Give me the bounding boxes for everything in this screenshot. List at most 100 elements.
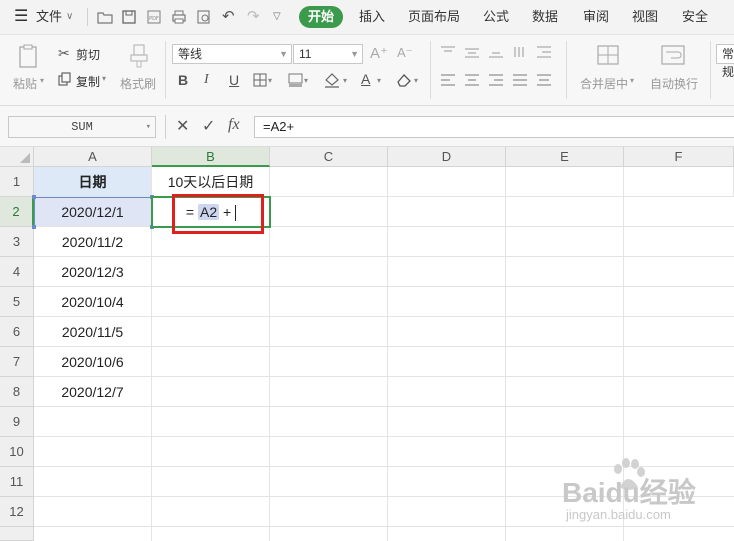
cut-button[interactable]: 剪切 (76, 46, 100, 63)
merge-center-button[interactable]: 合并居中 (580, 75, 628, 92)
tab-home[interactable]: 开始 (299, 6, 344, 28)
align-bottom-icon[interactable] (488, 45, 504, 59)
column-header-a[interactable]: A (34, 147, 152, 167)
align-middle-icon[interactable] (464, 45, 480, 59)
paste-icon[interactable] (16, 43, 42, 69)
print-icon[interactable] (171, 9, 187, 25)
fill-color-dropdown-icon[interactable]: ▾ (304, 76, 308, 85)
tab-page-layout[interactable]: 页面布局 (408, 0, 460, 34)
copy-dropdown-icon[interactable]: ▾ (102, 74, 106, 83)
cell-c1[interactable] (270, 167, 388, 197)
paste-dropdown-icon[interactable]: ▾ (40, 76, 44, 85)
column-header-b[interactable]: B (152, 147, 270, 167)
quick-access-more-icon[interactable]: ▽ (273, 0, 281, 34)
borders-dropdown-icon[interactable]: ▾ (268, 76, 272, 85)
cell-a7[interactable]: 2020/10/6 (34, 347, 152, 377)
tab-data[interactable]: 数据 (532, 0, 558, 34)
font-color-dropdown-icon[interactable]: ▾ (377, 76, 381, 85)
eraser-icon[interactable] (396, 73, 412, 87)
paint-bucket-dropdown-icon[interactable]: ▾ (343, 76, 347, 85)
cell-a8[interactable]: 2020/12/7 (34, 377, 152, 407)
align-right-icon[interactable] (488, 73, 504, 87)
cell-f1[interactable] (624, 167, 734, 197)
merge-center-icon[interactable] (596, 43, 620, 67)
row-header-8[interactable]: 8 (0, 377, 34, 407)
underline-icon[interactable]: U (229, 72, 239, 88)
column-header-c[interactable]: C (270, 147, 388, 167)
tab-security[interactable]: 安全 (682, 0, 708, 34)
tab-formulas[interactable]: 公式 (483, 0, 509, 34)
hamburger-icon[interactable]: ☰ (14, 0, 28, 34)
paste-label[interactable]: 粘贴 (13, 75, 37, 92)
row-header-1[interactable]: 1 (0, 167, 34, 197)
name-box[interactable]: SUM ▾ (8, 116, 156, 138)
cell-a4[interactable]: 2020/12/3 (34, 257, 152, 287)
ref-handle-tl[interactable] (32, 195, 36, 199)
scissors-icon[interactable]: ✂ (58, 45, 70, 62)
text-direction-icon[interactable] (512, 45, 528, 59)
tab-view[interactable]: 视图 (632, 0, 658, 34)
row-header-5[interactable]: 5 (0, 287, 34, 317)
decrease-font-size-icon[interactable]: A⁻ (397, 45, 413, 61)
wrap-text-icon[interactable] (660, 43, 686, 67)
increase-font-size-icon[interactable]: A⁺ (370, 44, 388, 62)
cell-d1[interactable] (388, 167, 506, 197)
fill-color-icon[interactable] (288, 73, 303, 87)
cell-a2[interactable]: 2020/12/1 (34, 197, 152, 227)
bold-icon[interactable]: B (178, 72, 188, 88)
column-header-f[interactable]: F (624, 147, 734, 167)
row-header-12[interactable]: 12 (0, 497, 34, 527)
row-header-10[interactable]: 10 (0, 437, 34, 467)
align-top-icon[interactable] (440, 45, 456, 59)
wrap-text-button[interactable]: 自动换行 (650, 75, 698, 92)
formula-input[interactable]: =A2+ (254, 116, 734, 138)
save-icon[interactable] (121, 9, 137, 25)
row-header-2[interactable]: 2 (0, 197, 34, 227)
cell-b1[interactable]: 10天以后日期 (152, 167, 270, 197)
tab-review[interactable]: 审阅 (583, 0, 609, 34)
column-header-e[interactable]: E (506, 147, 624, 167)
cell-a1[interactable]: 日期 (34, 167, 152, 197)
align-left-icon[interactable] (440, 73, 456, 87)
merge-center-dropdown-icon[interactable]: ▾ (630, 76, 634, 85)
cell-a3[interactable]: 2020/11/2 (34, 227, 152, 257)
column-header-d[interactable]: D (388, 147, 506, 167)
confirm-formula-icon[interactable]: ✓ (202, 116, 215, 136)
insert-function-icon[interactable]: fx (228, 116, 240, 134)
row-header-7[interactable]: 7 (0, 347, 34, 377)
format-painter-icon[interactable] (128, 43, 150, 69)
chevron-down-icon[interactable]: ∨ (66, 0, 73, 34)
align-center-icon[interactable] (464, 73, 480, 87)
copy-button[interactable]: 复制 (76, 73, 100, 90)
italic-icon[interactable]: I (204, 72, 209, 88)
font-size-select[interactable]: 11 ▼ (293, 44, 363, 64)
cell-e1[interactable] (506, 167, 624, 197)
row-header-13[interactable] (0, 527, 34, 541)
row-header-11[interactable]: 11 (0, 467, 34, 497)
tab-insert[interactable]: 插入 (359, 0, 385, 34)
indent-icon[interactable] (536, 45, 552, 59)
open-folder-icon[interactable] (97, 9, 113, 25)
cancel-formula-icon[interactable]: ✕ (176, 116, 189, 136)
file-menu[interactable]: 文件 (36, 0, 62, 34)
row-header-4[interactable]: 4 (0, 257, 34, 287)
clear-dropdown-icon[interactable]: ▾ (414, 76, 418, 85)
number-format-select[interactable]: 常规 (716, 44, 734, 79)
font-color-icon[interactable]: A (361, 71, 370, 87)
distributed-icon[interactable] (536, 73, 552, 87)
format-painter-label[interactable]: 格式刷 (120, 75, 156, 92)
redo-icon[interactable]: ↷ (247, 0, 260, 34)
row-header-9[interactable]: 9 (0, 407, 34, 437)
print-preview-icon[interactable] (196, 9, 212, 25)
undo-icon[interactable]: ↶ (222, 0, 235, 34)
name-box-dropdown-icon[interactable]: ▾ (146, 117, 151, 137)
ref-handle-bl[interactable] (32, 225, 36, 229)
cell-a6[interactable]: 2020/11/5 (34, 317, 152, 347)
row-header-3[interactable]: 3 (0, 227, 34, 257)
font-name-select[interactable]: 等线 ▼ (172, 44, 292, 64)
row-header-6[interactable]: 6 (0, 317, 34, 347)
copy-icon[interactable] (58, 72, 72, 86)
cell-a5[interactable]: 2020/10/4 (34, 287, 152, 317)
borders-icon[interactable] (253, 73, 267, 87)
export-pdf-icon[interactable]: PDF (146, 9, 162, 25)
